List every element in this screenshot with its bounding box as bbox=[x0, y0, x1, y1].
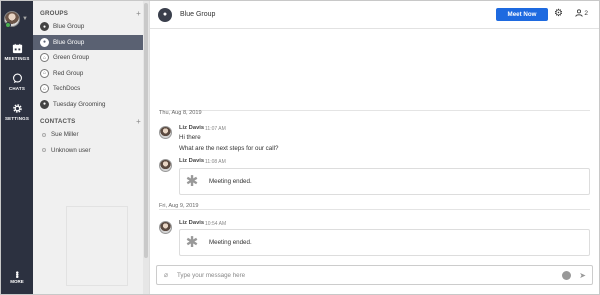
profile-menu[interactable]: ▼ bbox=[4, 9, 30, 29]
meeting-card-text: Meeting ended. bbox=[209, 178, 252, 185]
sidebar-item-sue-miller[interactable]: Sue Miller bbox=[33, 127, 149, 143]
attachment-icon[interactable]: ⌀ bbox=[159, 271, 173, 279]
avatar bbox=[159, 126, 172, 139]
message-text: What are the next steps for our call? bbox=[179, 145, 279, 152]
message-input[interactable] bbox=[177, 271, 563, 279]
avatar bbox=[159, 159, 172, 172]
participant-count: 2 bbox=[584, 9, 588, 17]
contacts-heading: CONTACTS bbox=[40, 117, 76, 125]
chat-bubble-icon bbox=[12, 73, 22, 84]
sidebar-item-label: Sue Miller bbox=[51, 131, 79, 139]
more-dots-icon: ••• bbox=[12, 270, 22, 277]
message-sender: Liz Davis bbox=[179, 158, 205, 164]
meet-now-button[interactable]: Meet Now bbox=[496, 8, 548, 21]
sidebar-item-unknown-user[interactable]: Unknown user bbox=[33, 143, 149, 159]
groups-heading: GROUPS bbox=[40, 9, 69, 17]
sidebar-item-label: Red Group bbox=[53, 69, 84, 77]
sidebar-item-label: Blue Group bbox=[53, 38, 85, 46]
group-icon: ● bbox=[40, 99, 49, 109]
rail-label: MORE bbox=[10, 279, 24, 284]
contacts-section-header: CONTACTS + bbox=[33, 115, 149, 127]
send-icon[interactable]: ➤ bbox=[579, 271, 586, 280]
date-divider bbox=[159, 110, 590, 111]
scrollbar-thumb[interactable] bbox=[144, 3, 148, 258]
status-dot-icon bbox=[42, 148, 46, 153]
sidebar-item-red-group[interactable]: ⌂ Red Group bbox=[33, 66, 149, 82]
presence-indicator bbox=[5, 22, 11, 28]
rail-label: MEETINGS bbox=[4, 56, 30, 61]
sidebar-empty-panel bbox=[66, 206, 128, 286]
person-icon bbox=[575, 9, 583, 17]
sidebar-item-techdocs[interactable]: ⌂ TechDocs bbox=[33, 81, 149, 97]
group-icon: ● bbox=[158, 7, 172, 22]
gear-icon[interactable]: ⚙ bbox=[554, 8, 563, 20]
meeting-card-text: Meeting ended. bbox=[209, 239, 252, 246]
sidebar-item-blue-group[interactable]: ● Blue Group bbox=[33, 19, 149, 35]
message-text: Hi there bbox=[179, 134, 201, 141]
message-time: 11:08 AM bbox=[205, 159, 226, 165]
rail-item-settings[interactable]: SETTINGS bbox=[1, 103, 33, 121]
emoji-icon[interactable] bbox=[562, 270, 572, 280]
meeting-asterisk-icon: ✱ bbox=[185, 233, 199, 251]
lock-group-icon: ⌂ bbox=[40, 53, 49, 63]
group-icon: ● bbox=[40, 22, 49, 32]
sidebar-item-blue-group-active[interactable]: ● Blue Group bbox=[33, 34, 149, 50]
avatar bbox=[159, 221, 172, 234]
nav-rail: ▼ MEETINGS CHATS SETTINGS ••• MORE bbox=[1, 1, 33, 294]
group-icon: ● bbox=[40, 37, 49, 47]
sidebar-item-label: Green Group bbox=[53, 54, 90, 62]
sidebar-scrollbar[interactable] bbox=[143, 1, 149, 294]
message-time: 10:54 AM bbox=[205, 221, 227, 227]
sidebar-item-label: TechDocs bbox=[53, 85, 81, 93]
calendar-icon bbox=[12, 43, 22, 54]
gear-icon bbox=[12, 104, 22, 113]
date-divider bbox=[159, 209, 590, 210]
rail-item-meetings[interactable]: MEETINGS bbox=[1, 43, 33, 61]
sidebar-item-label: Unknown user bbox=[51, 146, 91, 154]
message-sender: Liz Davis bbox=[179, 220, 205, 226]
date-label: Thu, Aug 8, 2019 bbox=[159, 110, 202, 116]
sidebar: GROUPS + ● Blue Group ● Blue Group ⌂ Gre… bbox=[33, 1, 150, 294]
rail-item-more[interactable]: ••• MORE bbox=[1, 271, 33, 284]
sidebar-item-tuesday-grooming[interactable]: ● Tuesday Grooming bbox=[33, 97, 149, 113]
add-contact-icon[interactable]: + bbox=[136, 117, 141, 126]
sidebar-item-label: Blue Group bbox=[53, 23, 85, 31]
meeting-card[interactable]: ✱ Meeting ended. bbox=[179, 229, 590, 256]
rail-label: SETTINGS bbox=[4, 116, 30, 121]
groups-section-header: GROUPS + bbox=[33, 7, 149, 19]
meeting-asterisk-icon: ✱ bbox=[185, 172, 199, 190]
date-label: Fri, Aug 9, 2019 bbox=[159, 203, 199, 209]
lock-group-icon: ⌂ bbox=[40, 68, 49, 78]
message-composer: ⌀ ➤ bbox=[156, 265, 593, 285]
lock-group-icon: ⌂ bbox=[40, 84, 49, 94]
rail-label: CHATS bbox=[8, 86, 26, 91]
sidebar-item-green-group[interactable]: ⌂ Green Group bbox=[33, 50, 149, 66]
app-window: ▼ MEETINGS CHATS SETTINGS ••• MORE GROUP… bbox=[0, 0, 600, 295]
rail-item-chats[interactable]: CHATS bbox=[1, 73, 33, 91]
meeting-card[interactable]: ✱ Meeting ended. bbox=[179, 168, 590, 195]
message-time: 11:07 AM bbox=[205, 126, 226, 132]
status-dot-icon bbox=[42, 132, 46, 137]
page-title: Blue Group bbox=[180, 11, 216, 18]
message-sender: Liz Davis bbox=[179, 125, 205, 131]
add-group-icon[interactable]: + bbox=[136, 9, 141, 18]
chat-pane: ● Blue Group Meet Now ⚙ 2 Thu, Aug 8, 20… bbox=[150, 1, 599, 294]
sidebar-item-label: Tuesday Grooming bbox=[53, 100, 106, 108]
chevron-down-icon: ▼ bbox=[22, 16, 28, 22]
participants-button[interactable]: 2 bbox=[575, 9, 588, 17]
